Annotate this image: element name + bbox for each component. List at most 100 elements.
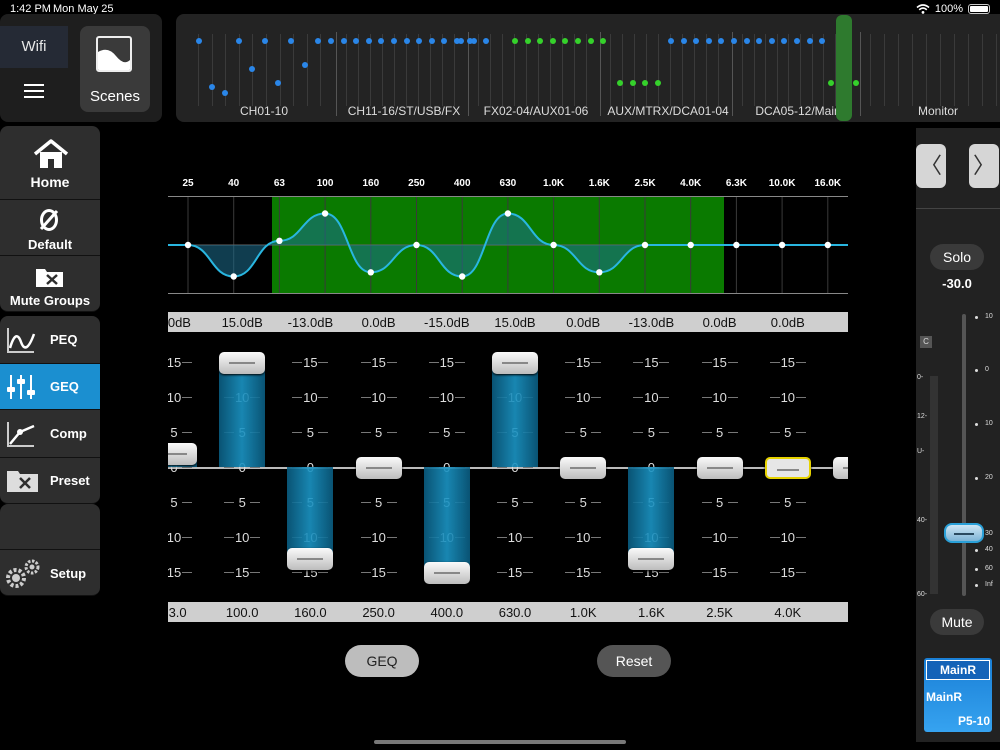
bank-channel-strip xyxy=(718,34,719,106)
fader-scale-tick xyxy=(701,431,712,433)
bank-label[interactable]: FX02-04/AUX01-06 xyxy=(470,104,602,118)
eq-band-point[interactable] xyxy=(184,241,192,249)
channel-fader-track[interactable] xyxy=(962,314,966,596)
fader-scale-tick xyxy=(182,396,192,398)
eq-band-point[interactable] xyxy=(459,273,466,280)
nav-empty-slot[interactable] xyxy=(0,504,100,550)
nav-comp-label: Comp xyxy=(50,426,87,441)
menu-button[interactable] xyxy=(0,70,68,112)
eq-band-point[interactable] xyxy=(321,210,329,217)
mute-button[interactable]: Mute xyxy=(930,609,984,635)
fader-scale-tick xyxy=(769,572,780,574)
fader-scale-tick xyxy=(795,361,806,363)
bank-level-dot xyxy=(575,38,581,44)
channel-name-box[interactable]: MainR MainR P5-10 xyxy=(924,658,992,732)
nav-geq[interactable]: GEQ xyxy=(0,364,100,410)
nav-default[interactable]: Default xyxy=(0,200,100,256)
channel-fader-knob[interactable] xyxy=(944,523,984,543)
bank-channel-strip xyxy=(968,34,969,106)
nav-preset[interactable]: Preset xyxy=(0,458,100,504)
nav-comp[interactable]: Comp xyxy=(0,410,100,458)
geq-fader-knob[interactable] xyxy=(764,457,811,479)
eq-band-point[interactable] xyxy=(413,241,420,249)
bank-label[interactable]: CH11-16/ST/USB/FX xyxy=(338,104,470,118)
fader-scale-label: 10 xyxy=(985,313,993,320)
bank-label[interactable]: CH01-10 xyxy=(190,104,338,118)
nav-peq[interactable]: PEQ xyxy=(0,316,100,364)
fader-scale-tick xyxy=(250,572,261,574)
bank-level-dot xyxy=(629,80,636,86)
home-indicator xyxy=(374,740,626,744)
solo-button[interactable]: Solo xyxy=(930,244,984,270)
eq-frequency-label: 6.3K xyxy=(725,178,747,189)
nav-setup[interactable]: Setup xyxy=(0,550,100,596)
monitor-bank-selector[interactable] xyxy=(836,15,852,121)
eq-graph[interactable] xyxy=(168,196,848,294)
geq-fader-knob[interactable] xyxy=(833,457,848,479)
fader-scale-tick xyxy=(727,431,738,433)
bank-label[interactable]: Monitor xyxy=(862,104,1000,118)
fader-scale-tick xyxy=(659,396,670,398)
geq-fader-knob[interactable] xyxy=(168,442,197,465)
next-channel-button[interactable]: 〉 xyxy=(969,144,999,188)
wifi-button[interactable]: Wifi xyxy=(0,26,68,68)
fader-scale-tick xyxy=(565,502,576,504)
bank-channel-strip xyxy=(870,34,871,106)
geq-fader-knob[interactable] xyxy=(628,548,675,571)
geq-fader-knob[interactable] xyxy=(355,457,402,479)
bank-label[interactable]: AUX/MTRX/DCA01-04 xyxy=(602,104,734,118)
geq-fader-knob[interactable] xyxy=(696,457,743,479)
eq-frequency-label: 630 xyxy=(499,178,517,189)
eq-band-point[interactable] xyxy=(550,241,557,249)
fader-scale-dot xyxy=(975,477,978,480)
eq-band-point[interactable] xyxy=(596,269,603,276)
eq-band-point[interactable] xyxy=(641,241,649,249)
meter-scale-label: 40- xyxy=(917,517,928,524)
fader-scale-tick xyxy=(497,537,507,539)
geq-fader-knob[interactable] xyxy=(287,548,334,571)
fader-scale-tick xyxy=(523,467,533,468)
fader-scale-tick xyxy=(633,572,644,574)
bank-channel-strip xyxy=(514,34,515,106)
bank-channel-strip xyxy=(940,34,941,106)
bank-channel-strip xyxy=(742,34,743,106)
eq-band-point[interactable] xyxy=(824,241,831,249)
eq-frequency-label: 4.0K xyxy=(680,178,702,189)
fader-scale-tick xyxy=(292,431,303,433)
bank-channel-strip xyxy=(502,34,503,106)
bank-overview[interactable]: CH01-10 CH11-16/ST/USB/FX FX02-04/AUX01-06… xyxy=(176,14,1000,122)
geq-fader-knob[interactable] xyxy=(560,457,607,479)
geq-fader-knob[interactable] xyxy=(219,351,266,374)
bank-channel-strip xyxy=(682,34,683,106)
bank-channel-strip xyxy=(634,34,635,106)
eq-frequency-label: 25 xyxy=(182,178,194,189)
bank-channel-strip xyxy=(358,34,359,106)
scenes-button[interactable]: Scenes xyxy=(80,26,150,112)
eq-band-point[interactable] xyxy=(367,269,374,276)
reset-button[interactable]: Reset xyxy=(597,645,671,677)
eq-band-point[interactable] xyxy=(733,241,740,249)
fader-scale-tick xyxy=(523,537,533,539)
eq-band-point[interactable] xyxy=(504,210,512,217)
nav-home[interactable]: Home xyxy=(0,126,100,200)
prev-channel-button[interactable]: 〈 xyxy=(916,144,946,188)
geq-fader-knob[interactable] xyxy=(492,351,538,374)
fader-scale-tick xyxy=(591,572,602,574)
fader-scale-tick xyxy=(591,502,602,504)
geq-fader-bank[interactable]: 1510505101515105051015151050510151510505… xyxy=(168,336,848,600)
eq-band-point[interactable] xyxy=(276,237,283,244)
eq-band-point[interactable] xyxy=(230,273,237,280)
nav-mute-groups[interactable]: Mute Groups xyxy=(0,256,100,312)
bank-channel-strip xyxy=(306,34,308,106)
fader-scale-tick xyxy=(318,396,329,398)
eq-band-point[interactable] xyxy=(687,241,694,249)
eq-band-point[interactable] xyxy=(778,241,786,249)
bank-channel-strip xyxy=(670,34,671,106)
geq-fader-knob[interactable] xyxy=(423,562,470,585)
fader-scale-tick xyxy=(428,361,439,363)
gain-value-strip: 2.0dB15.0dB-13.0dB0.0dB-15.0dB15.0dB0.0d… xyxy=(168,312,848,332)
bank-channel-strip xyxy=(765,34,767,106)
geq-button[interactable]: GEQ xyxy=(345,645,419,677)
fader-frequency-strip: 63.0100.0160.0250.0400.0630.01.0K1.6K2.5… xyxy=(168,602,848,622)
bank-level-dot xyxy=(756,38,763,44)
